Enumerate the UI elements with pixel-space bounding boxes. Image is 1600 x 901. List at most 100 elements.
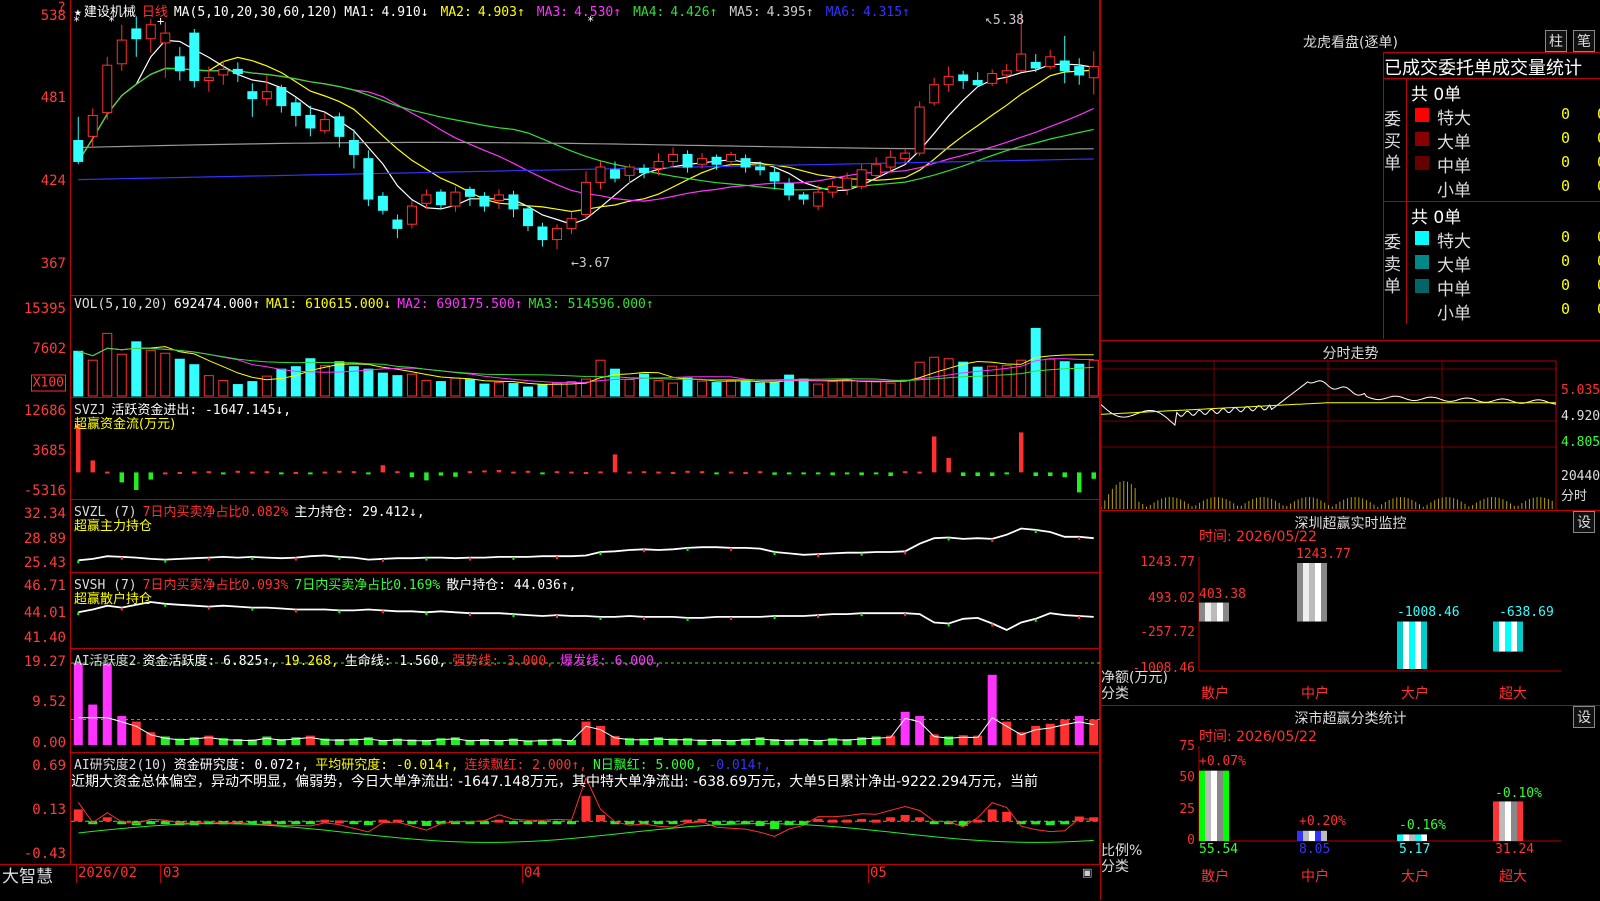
- volume-bar: [740, 381, 751, 397]
- fund-flow-bar: [888, 472, 893, 476]
- candle-body: [972, 80, 983, 86]
- ai-research-pane[interactable]: AI研究度2(10) 资金研究度: 0.072↑, 平均研究度: -0.014↑, 连…: [70, 752, 1101, 864]
- intraday-vol-label: 分时: [1561, 489, 1588, 504]
- intraday-y-tick: 4.920: [1561, 409, 1600, 424]
- monitor-y-tick: -257.72: [1140, 625, 1195, 640]
- fund-flow-bar: [395, 471, 400, 474]
- sell-row-xl: 特大00%: [1407, 227, 1600, 252]
- fund-flow-bar: [366, 472, 371, 475]
- bar-mode-button[interactable]: 柱: [1545, 30, 1567, 52]
- svsh-y-tick: 41.40: [23, 630, 66, 646]
- svzl-subtitle: 超赢主力持仓: [74, 519, 153, 534]
- ai-activity-pane[interactable]: AI活跃度2 资金活跃度: 6.825↑, 19.268, 生命线: 1.560, 强势…: [70, 648, 1101, 752]
- intraday-panel[interactable]: 分时走势 5.035 4.920 4.805 20440 分时: [1100, 340, 1600, 511]
- vol-y-tick: 15395: [23, 301, 66, 317]
- kline-area[interactable]: 538 481 424 367 ★ 建设机械 日线 MA(5,10,20,30,60,…: [0, 0, 1101, 900]
- buy-row-s: 小单00%: [1437, 177, 1600, 201]
- monitor-bar: [1297, 563, 1327, 622]
- candle-body: [943, 75, 954, 86]
- event-marker[interactable]: *: [587, 14, 594, 28]
- main-y-tick: 424: [40, 173, 66, 189]
- candle-body: [160, 32, 171, 44]
- classify-y-tick: 50: [1179, 770, 1195, 785]
- activity-bar: [915, 716, 925, 745]
- classify-bar: [1397, 834, 1427, 841]
- sell-row-l: 大单00%: [1407, 251, 1600, 276]
- research-bar: [813, 818, 823, 822]
- date-label: 2026/02: [78, 865, 138, 881]
- classify-category: 中户: [1301, 869, 1329, 885]
- volume-bar: [871, 380, 882, 397]
- event-marker[interactable]: +: [157, 14, 164, 28]
- volume-bar: [479, 383, 490, 397]
- candle-body: [261, 91, 272, 100]
- retail-line: [78, 601, 1094, 631]
- vol-title: VOL(5,10,20): [74, 297, 168, 312]
- candle-body: [363, 158, 374, 200]
- logo: 大智慧: [2, 867, 53, 887]
- classify-category: 散户: [1201, 869, 1229, 885]
- date-tick: [160, 865, 161, 883]
- ai1-activity: 资金活跃度: 6.825↑,: [142, 654, 278, 669]
- fund-flow-bar: [946, 458, 951, 473]
- sell-total: 共 0单: [1411, 208, 1462, 228]
- fund-flow-bar: [134, 472, 139, 490]
- candle-body: [711, 156, 722, 165]
- monitor-cat-label: 分类: [1101, 686, 1129, 702]
- classify-cat-label: 分类: [1101, 859, 1129, 875]
- classify-value: 31.24: [1495, 842, 1535, 857]
- ai1-legend: AI活跃度2 资金活跃度: 6.825↑, 19.268, 生命线: 1.560, 强势…: [74, 650, 668, 669]
- fund-flow-bar: [206, 471, 212, 474]
- lhb-title: 龙虎看盘(逐单): [1303, 35, 1398, 51]
- research-bar: [421, 821, 431, 826]
- date-label: 03: [163, 865, 180, 881]
- fund-flow-bar: [322, 471, 328, 474]
- svzj-y-tick: 12686: [23, 403, 66, 419]
- candlestick-pane[interactable]: ★ 建设机械 日线 MA(5,10,20,30,60,120) MA1: 4.910↓ MA…: [70, 0, 1100, 295]
- volume-bar: [522, 386, 533, 397]
- candle-body: [668, 153, 679, 162]
- candle-body: [856, 169, 867, 188]
- event-marker[interactable]: *: [108, 14, 115, 28]
- candle-body: [276, 87, 287, 107]
- volume-bar: [421, 380, 432, 397]
- volume-bar: [958, 361, 969, 397]
- svzj-pane[interactable]: SVZJ 活跃资金进出: -1647.145↓, 超赢资金流(万元): [70, 397, 1100, 499]
- candle-body: [174, 56, 185, 72]
- volume-bar: [406, 373, 417, 397]
- research-bar: [73, 809, 83, 822]
- fund-flow-bar: [931, 436, 937, 473]
- research-bar: [160, 821, 170, 825]
- candle-body: [421, 194, 432, 204]
- svsh-holding: 散户持仓: 44.036↑,: [446, 578, 577, 593]
- lhb-panel: 龙虎看盘(逐单) 柱 笔 已成交委托单成交量统计 委买单 共 0单 特大00% …: [1100, 0, 1600, 340]
- candle-body: [987, 73, 998, 84]
- volume-bar: [276, 368, 287, 397]
- classify-y-tick: 0: [1187, 833, 1195, 848]
- svsh-ratio-a: 7日内买卖净占比0.093%: [142, 578, 289, 593]
- volume-bar: [450, 377, 461, 397]
- volume-bar: [885, 382, 896, 397]
- candle-body: [842, 177, 853, 190]
- tick-mode-button[interactable]: 笔: [1573, 30, 1595, 52]
- date-tick: [522, 865, 523, 883]
- lock-icon[interactable]: ▣: [1082, 866, 1092, 879]
- legend-swatch: [1415, 231, 1429, 245]
- main-y-axis: 538 481 424 367: [0, 0, 70, 295]
- candle-body: [131, 28, 142, 40]
- candle-body: [73, 140, 84, 162]
- svzl-holding: 主力持仓: 29.412↓,: [294, 505, 425, 520]
- candle-body: [929, 84, 940, 104]
- activity-bar: [1074, 716, 1084, 745]
- date-tick: [76, 865, 77, 883]
- sell-side-block: 委卖单 共 0单 特大00% 大单00% 中单00% 小单00%: [1384, 201, 1600, 324]
- svsh-pane[interactable]: SVSH (7) 7日内买卖净占比0.093% 7日内买卖净占比0.169% 散户持仓…: [70, 572, 1100, 648]
- lhb-table: 已成交委托单成交量统计 委买单 共 0单 特大00% 大单00% 中单00% 小…: [1383, 52, 1600, 339]
- svzj-y-axis: 12686 3685 -5316: [0, 397, 70, 499]
- svzl-pane[interactable]: SVZL (7) 7日内买卖净占比0.082% 主力持仓: 29.412↓, 超赢主…: [70, 499, 1100, 572]
- volume-bar: [1088, 359, 1099, 397]
- event-marker[interactable]: *: [73, 14, 80, 28]
- volume-pane[interactable]: VOL(5,10,20) 692474.000↑ MA1: 610615.000↓ M…: [70, 295, 1100, 397]
- fund-flow-bar: [308, 472, 313, 475]
- fund-flow-bar: [583, 472, 589, 474]
